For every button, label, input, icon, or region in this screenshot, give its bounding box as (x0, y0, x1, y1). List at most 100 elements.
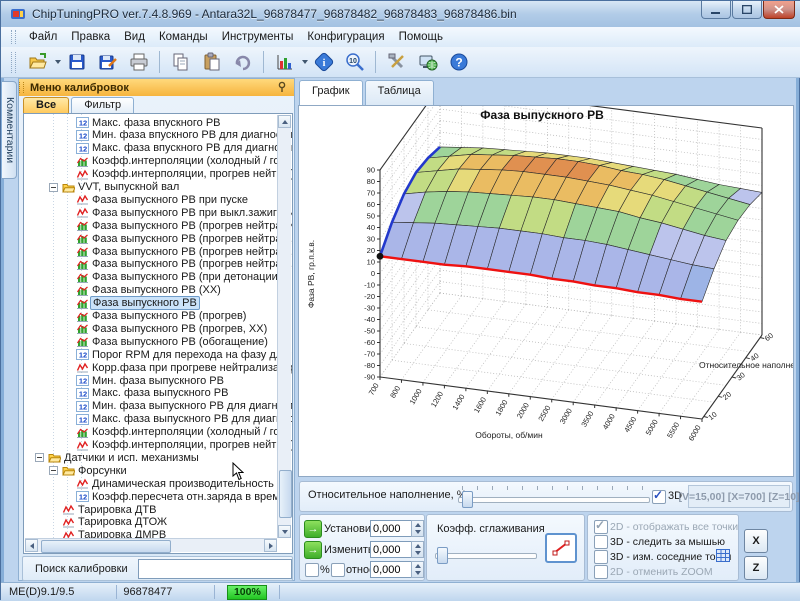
tree-item-label[interactable]: Фаза выпускного РВ при выкл.зажигания (92, 207, 293, 219)
title-bar[interactable]: ChipTuningPRO ver.7.4.8.969 - Antara32L_… (1, 1, 800, 27)
tree-item[interactable]: Фаза выпускного РВ (прогрев нейтрал., ХХ… (76, 245, 293, 258)
tree-item-label[interactable]: Форсунки (78, 465, 127, 477)
tree-item-label[interactable]: Коэфф.интерполяции, прогрев нейтр. (холо… (92, 168, 293, 180)
tree-item[interactable]: 12Мин. фаза впускного РВ для диагностики (76, 129, 293, 142)
info-icon[interactable]: i (309, 48, 338, 76)
tree-item-label[interactable]: Фаза выпускного РВ (прогрев нейтрализато… (92, 220, 293, 232)
maximize-button[interactable] (732, 1, 762, 19)
tree-item-label[interactable]: Динамическая производительность (92, 478, 274, 490)
tree-item[interactable]: 12Макс. фаза впускного РВ для диагностик… (76, 142, 293, 155)
surface-chart[interactable]: -90-80-70-60-50-40-30-20-100102030405060… (298, 105, 794, 477)
relative-spinner-arrows[interactable] (411, 561, 424, 578)
tree-item-label[interactable]: Макс. фаза выпускного РВ для диагностики (92, 413, 293, 425)
tree-item-label[interactable]: Фаза выпускного РВ (ХХ) (92, 284, 221, 296)
tree-item[interactable]: Динамическая производительность (76, 477, 274, 490)
apply-set-button[interactable]: → (304, 520, 322, 538)
help-icon[interactable]: ? (444, 48, 473, 76)
tree-item-label[interactable]: Фаза выпускного РВ при пуске (92, 194, 248, 206)
set-spinner-arrows[interactable] (411, 520, 424, 537)
tree-item[interactable]: Тарировка ДТВ (62, 503, 156, 516)
menu-item-2[interactable]: Вид (117, 29, 152, 45)
tree-item[interactable]: 12Мин. фаза выпускного РВ для диагностик… (76, 400, 293, 413)
tree-item-label[interactable]: Макс. фаза выпускного РВ (92, 387, 228, 399)
tree-item[interactable]: 12Мин. фаза выпускного РВ (76, 374, 224, 387)
menu-item-4[interactable]: Инструменты (215, 29, 301, 45)
tree-item[interactable]: Датчики и исп. механизмы (48, 451, 199, 464)
change-spinner-arrows[interactable] (411, 541, 424, 558)
tree-item[interactable]: Фаза выпускного РВ (прогрев нейтрализато… (76, 219, 293, 232)
collapse-expander-icon[interactable] (49, 466, 58, 475)
option-checkbox[interactable] (594, 535, 608, 549)
tree-item-label[interactable]: Коэфф.интерполяции (холодный / горячий ) (92, 155, 293, 167)
tree-item[interactable]: 12Порог RPM для перехода на фазу для реж… (76, 348, 293, 361)
tree-item-label[interactable]: Порог RPM для перехода на фазу для режим… (92, 349, 293, 361)
tree-item-label-selected[interactable]: Фаза выпускного РВ (90, 296, 200, 310)
tree-item-label[interactable]: Тарировка ДТОЖ (78, 516, 167, 528)
tree-item[interactable]: Коэфф.интерполяции, прогрев нейтр. (холо… (76, 168, 293, 181)
horizontal-scroll-thumb[interactable] (41, 540, 171, 553)
toolbar-grip[interactable] (11, 52, 16, 73)
close-button[interactable] (763, 1, 795, 19)
tab-filter[interactable]: Фильтр (71, 97, 134, 113)
copy-icon[interactable] (166, 48, 195, 76)
scroll-left-button[interactable] (25, 539, 38, 552)
menu-item-6[interactable]: Помощь (392, 29, 450, 45)
tree-item-label[interactable]: Коэфф.интерполяции (холодный / горячий ) (92, 426, 293, 438)
save-icon[interactable] (62, 48, 91, 76)
menu-item-0[interactable]: Файл (22, 29, 64, 45)
menubar-grip[interactable] (11, 30, 16, 44)
apply-change-button[interactable]: → (304, 541, 322, 559)
paste-icon[interactable] (197, 48, 226, 76)
tree-item-label[interactable]: Фаза выпускного РВ (при детонации) (92, 271, 281, 283)
tree-item[interactable]: Фаза выпускного РВ при пуске (76, 193, 248, 206)
tree-item[interactable]: Фаза выпускного РВ при выкл.зажигания (76, 206, 293, 219)
collapse-expander-icon[interactable] (49, 183, 58, 192)
tree-item[interactable]: Фаза выпускного РВ (обогащение) (76, 335, 268, 348)
scroll-right-button[interactable] (264, 539, 277, 552)
tree-item-label[interactable]: Фаза выпускного РВ (прогрев нейтрал., ХХ… (92, 258, 293, 270)
tree-item[interactable]: 12Коэфф.пересчета отн.заряда в время впр… (76, 490, 293, 503)
tree-vertical-scrollbar[interactable] (277, 115, 291, 538)
tree-item[interactable]: Тарировка ДТОЖ (62, 516, 167, 529)
tree-item[interactable]: Коэфф.интерполяции (холодный / горячий ) (76, 155, 293, 168)
smoothing-slider[interactable] (435, 553, 537, 559)
tab-graph[interactable]: График (299, 80, 363, 105)
tab-table[interactable]: Таблица (365, 80, 434, 105)
z-axis-button[interactable]: Z (744, 556, 768, 580)
scroll-up-button[interactable] (278, 115, 291, 128)
tree-item-label[interactable]: Фаза выпускного РВ (прогрев, ХХ) (92, 323, 267, 335)
tree-item[interactable]: 12Макс. фаза выпускного РВ для диагности… (76, 413, 293, 426)
percent-checkbox[interactable] (305, 563, 319, 577)
menu-item-5[interactable]: Конфигурация (300, 29, 391, 45)
vertical-scroll-thumb[interactable] (279, 470, 292, 518)
tools-icon[interactable] (382, 48, 411, 76)
menu-item-1[interactable]: Правка (64, 29, 117, 45)
tree-item[interactable]: Форсунки (62, 464, 127, 477)
tree-item-label[interactable]: Корр.фаза при прогреве нейтрализатора (92, 362, 293, 374)
panel-grip[interactable] (19, 82, 24, 94)
tree-item-label[interactable]: Макс. фаза впускного РВ (92, 117, 221, 129)
tree-item-label[interactable]: Коэфф.пересчета отн.заряда в время впрыс… (92, 491, 293, 503)
tree-item[interactable]: VVT, выпускной вал (62, 181, 179, 194)
scroll-down-button[interactable] (278, 525, 291, 538)
pin-icon[interactable] (277, 81, 288, 95)
change-value-input[interactable] (370, 541, 411, 558)
minimize-button[interactable] (701, 1, 731, 19)
tab-all[interactable]: Все (23, 97, 69, 113)
tree-item-label[interactable]: VVT, выпускной вал (78, 181, 179, 193)
fill-slider-thumb[interactable] (462, 491, 473, 508)
chart-icon[interactable] (270, 48, 299, 76)
tree-item[interactable]: 12Макс. фаза выпускного РВ (76, 387, 228, 400)
menu-item-3[interactable]: Команды (152, 29, 215, 45)
smoothing-slider-thumb[interactable] (437, 547, 448, 564)
tree-item[interactable]: Фаза выпускного РВ (при детонации) (76, 271, 281, 284)
tree-item-label[interactable]: Макс. фаза впускного РВ для диагностики (92, 142, 293, 154)
print-icon[interactable] (124, 48, 153, 76)
tree-item-label[interactable]: Фаза выпускного РВ (прогрев) (92, 310, 246, 322)
collapse-expander-icon[interactable] (35, 453, 44, 462)
tree-item-label[interactable]: Фаза выпускного РВ (обогащение) (92, 336, 268, 348)
set-value-input[interactable] (370, 520, 411, 537)
tree-item[interactable]: 12Макс. фаза впускного РВ (76, 116, 221, 129)
tree-item[interactable]: Фаза выпускного РВ (прогрев нейтрал., ХХ… (76, 258, 293, 271)
tree-item[interactable]: Фаза выпускного РВ (76, 297, 200, 310)
